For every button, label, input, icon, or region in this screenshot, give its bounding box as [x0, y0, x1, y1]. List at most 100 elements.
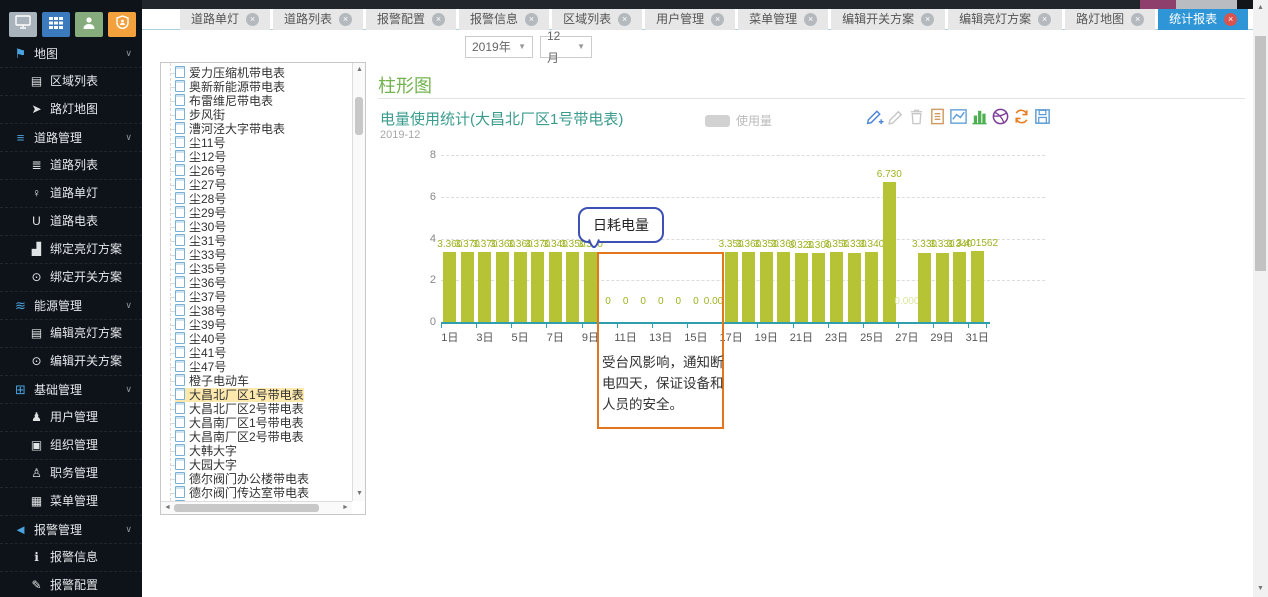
tab-item[interactable]: 路灯地图×	[1065, 9, 1155, 30]
year-select[interactable]: 2019年 ▼	[465, 36, 533, 58]
tree-item[interactable]: 奥新新能源带电表	[161, 80, 352, 94]
tree-item[interactable]: 漕河泾大字带电表	[161, 122, 352, 136]
sidebar-item[interactable]: ▤编辑亮灯方案	[0, 320, 142, 348]
sidebar-group-item[interactable]: ⊞基础管理∨	[0, 376, 142, 404]
tree-item[interactable]: 尘26号	[161, 164, 352, 178]
pie-chart-icon[interactable]	[991, 107, 1010, 126]
tab-item[interactable]: 编辑亮灯方案×	[948, 9, 1062, 30]
sidebar-item[interactable]: ♟用户管理	[0, 404, 142, 432]
bar-chart-icon[interactable]	[970, 107, 989, 126]
tab-close-icon[interactable]: ×	[711, 13, 724, 26]
sidebar-group-item[interactable]: ≋能源管理∨	[0, 292, 142, 320]
sidebar-item[interactable]: ▟绑定亮灯方案	[0, 236, 142, 264]
tree-item[interactable]: 橙子电动车	[161, 374, 352, 388]
bar[interactable]	[496, 252, 509, 322]
tree-item[interactable]: 尘47号	[161, 360, 352, 374]
sidebar-item[interactable]: U道路电表	[0, 208, 142, 236]
tab-item[interactable]: 编辑开关方案×	[831, 9, 945, 30]
tab-close-icon[interactable]: ×	[432, 13, 445, 26]
tree-item[interactable]: 尘41号	[161, 346, 352, 360]
sidebar-item[interactable]: ⊙绑定开关方案	[0, 264, 142, 292]
scroll-up-icon[interactable]: ▲	[353, 64, 366, 76]
bar[interactable]	[777, 252, 790, 322]
sidebar-group-item[interactable]: ◄报警管理∨	[0, 516, 142, 544]
tree-item[interactable]: 尘11号	[161, 136, 352, 150]
bar[interactable]	[953, 252, 966, 322]
scroll-right-icon[interactable]: ►	[339, 502, 352, 514]
sidebar-item[interactable]: ⊙编辑开关方案	[0, 348, 142, 376]
badge-button[interactable]	[108, 12, 136, 37]
sidebar-item[interactable]: ♀道路单灯	[0, 180, 142, 208]
data-view-icon[interactable]	[928, 107, 947, 126]
tab-close-icon[interactable]: ×	[525, 13, 538, 26]
legend-item[interactable]: 使用量	[705, 112, 772, 129]
tree-item[interactable]: 尘40号	[161, 332, 352, 346]
tree-item[interactable]: 尘12号	[161, 150, 352, 164]
tree-item[interactable]: 大昌南厂区1号带电表	[161, 416, 352, 430]
bar[interactable]	[760, 252, 773, 322]
page-scrollbar[interactable]: ▲ ▼	[1253, 0, 1268, 597]
sidebar-item[interactable]: ➤路灯地图	[0, 96, 142, 124]
tree-item[interactable]: 大昌北厂区2号带电表	[161, 402, 352, 416]
bar[interactable]	[830, 252, 843, 322]
tree-horizontal-scrollbar[interactable]: ◄ ►	[161, 501, 352, 514]
tree-item[interactable]: 大昌南厂区2号带电表	[161, 430, 352, 444]
page-scroll-thumb[interactable]	[1255, 36, 1266, 271]
tree-item[interactable]: 德尔阀门传达室带电表	[161, 486, 352, 500]
tree-item[interactable]: 尘31号	[161, 234, 352, 248]
sidebar-item[interactable]: ✎报警配置	[0, 572, 142, 597]
tree-item[interactable]: 尘33号	[161, 248, 352, 262]
sidebar-item[interactable]: ▦菜单管理	[0, 488, 142, 516]
bar[interactable]	[971, 251, 984, 322]
bar[interactable]	[795, 253, 808, 322]
tree-item[interactable]: 尘28号	[161, 192, 352, 206]
scroll-up-icon[interactable]: ▲	[1253, 2, 1268, 14]
month-select[interactable]: 12月 ▼	[540, 36, 592, 58]
tree-item[interactable]: 尘27号	[161, 178, 352, 192]
tab-close-icon[interactable]: ×	[921, 13, 934, 26]
tab-close-icon[interactable]: ×	[246, 13, 259, 26]
tree-hscroll-thumb[interactable]	[174, 504, 319, 512]
tree-item[interactable]: 尘35号	[161, 262, 352, 276]
bar[interactable]	[461, 252, 474, 322]
refresh-icon[interactable]	[1012, 107, 1031, 126]
bar[interactable]	[584, 252, 597, 322]
bar[interactable]	[549, 252, 562, 322]
tab-item[interactable]: 用户管理×	[645, 9, 735, 30]
grid-button[interactable]	[42, 12, 70, 37]
sidebar-group-item[interactable]: ⚑地图∨	[0, 40, 142, 68]
tree-item[interactable]: 布雷维尼带电表	[161, 94, 352, 108]
sidebar-item[interactable]: ▤区域列表	[0, 68, 142, 96]
tab-item[interactable]: 报警信息×	[459, 9, 549, 30]
tree-item[interactable]: 步风街	[161, 108, 352, 122]
bar[interactable]	[812, 253, 825, 322]
user-button[interactable]	[75, 12, 103, 37]
tree-item[interactable]: 大昌北厂区1号带电表	[161, 388, 352, 402]
bar[interactable]	[865, 252, 878, 322]
tree-item[interactable]: 爱力压缩机带电表	[161, 66, 352, 80]
bar[interactable]	[531, 252, 544, 322]
tree-item[interactable]: 德尔阀门办公楼带电表	[161, 472, 352, 486]
bar[interactable]	[918, 253, 931, 323]
tree-item[interactable]: 尘39号	[161, 318, 352, 332]
save-image-icon[interactable]	[1033, 107, 1052, 126]
bar[interactable]	[443, 252, 456, 322]
monitor-button[interactable]	[9, 12, 37, 37]
delete-icon-disabled[interactable]	[907, 107, 926, 126]
tree-item[interactable]: 大韩大字	[161, 444, 352, 458]
sidebar-item[interactable]: ♙职务管理	[0, 460, 142, 488]
bar[interactable]	[478, 252, 491, 322]
tab-item[interactable]: 统计报表×	[1158, 9, 1248, 30]
tab-item[interactable]: 道路单灯×	[180, 9, 270, 30]
bar[interactable]	[725, 252, 738, 322]
tab-close-icon[interactable]: ×	[1038, 13, 1051, 26]
tree-item[interactable]: 尘30号	[161, 220, 352, 234]
sidebar-group-item[interactable]: ≡道路管理∨	[0, 124, 142, 152]
scroll-down-icon[interactable]: ▼	[353, 488, 366, 500]
scroll-left-icon[interactable]: ◄	[161, 502, 174, 514]
tree-vscroll-thumb[interactable]	[355, 97, 363, 135]
tree-item[interactable]: 大园大字	[161, 458, 352, 472]
line-chart-icon[interactable]	[949, 107, 968, 126]
sidebar-item[interactable]: ℹ报警信息	[0, 544, 142, 572]
tree-item[interactable]: 尘36号	[161, 276, 352, 290]
